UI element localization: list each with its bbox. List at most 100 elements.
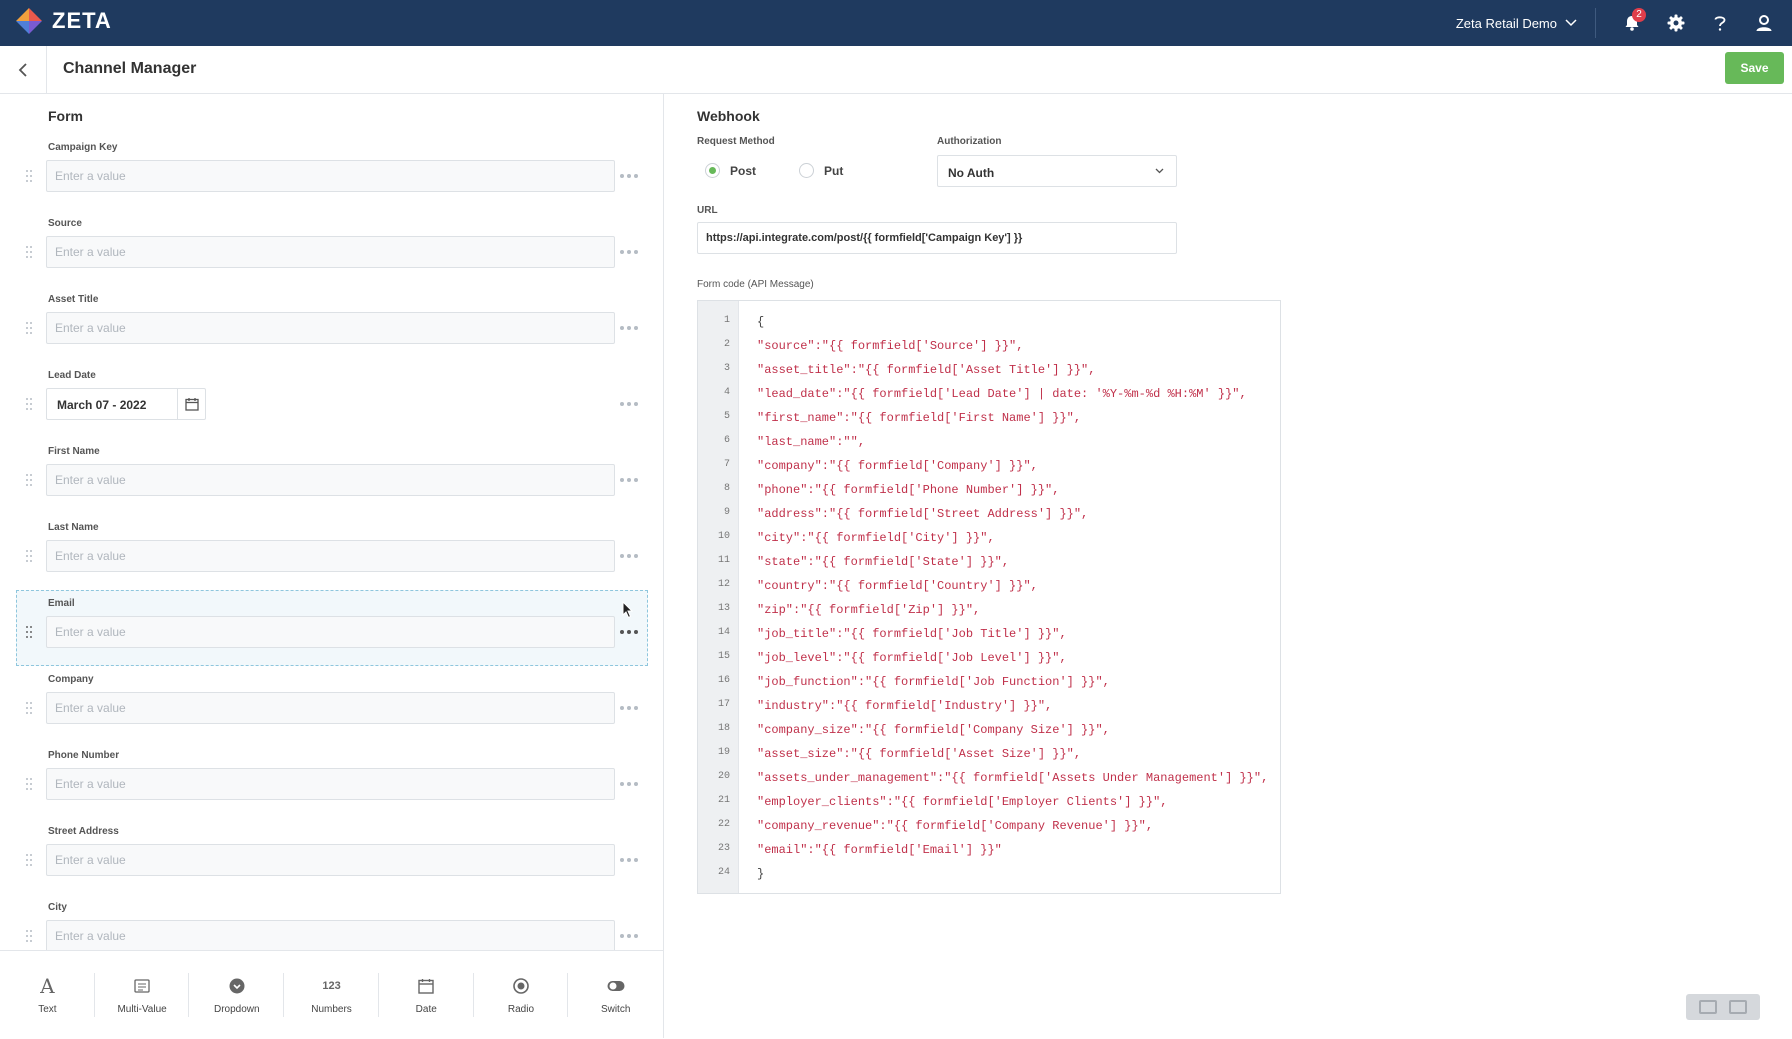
tool-dropdown[interactable]: Dropdown	[189, 951, 284, 1039]
form-field-campaign-key[interactable]: Campaign Key	[16, 134, 648, 210]
email-input[interactable]	[46, 616, 615, 648]
save-button[interactable]: Save	[1725, 52, 1784, 84]
more-options-icon[interactable]	[620, 700, 640, 716]
code-text: "state":"{{ formfield['State'] }}",	[757, 555, 1010, 569]
code-text: "industry":"{{ formfield['Industry'] }}"…	[757, 699, 1053, 713]
pause-icon[interactable]	[1699, 1000, 1717, 1014]
drag-handle-icon[interactable]	[26, 322, 34, 338]
asset-title-input[interactable]	[46, 312, 615, 344]
more-options-icon[interactable]	[620, 624, 640, 640]
more-options-icon[interactable]	[620, 320, 640, 336]
code-text: "first_name":"{{ formfield['First Name']…	[757, 411, 1082, 425]
account-switcher[interactable]: Zeta Retail Demo	[1456, 16, 1577, 31]
street-address-input[interactable]	[46, 844, 615, 876]
form-field-company[interactable]: Company	[16, 666, 648, 742]
line-number: 4	[723, 387, 730, 398]
code-editor[interactable]: 1{2 "source":"{{ formfield['Source'] }}",…	[697, 300, 1281, 894]
line-number: 19	[717, 747, 730, 758]
user-profile-button[interactable]	[1742, 0, 1786, 46]
radio-selected-icon	[705, 163, 720, 178]
authorization-label: Authorization	[937, 136, 1002, 147]
more-options-icon[interactable]	[620, 852, 640, 868]
drag-handle-icon[interactable]	[26, 702, 34, 718]
brand-name: ZETA	[52, 8, 112, 33]
line-number: 24	[717, 867, 730, 878]
form-builder-panel: Form Campaign Key Source Asset Title Lea…	[0, 94, 664, 950]
phone-number-input[interactable]	[46, 768, 615, 800]
line-number: 22	[717, 819, 730, 830]
drag-handle-icon[interactable]	[26, 626, 34, 642]
tool-switch[interactable]: Switch	[568, 951, 663, 1039]
form-field-email[interactable]: Email	[16, 590, 648, 666]
drag-handle-icon[interactable]	[26, 170, 34, 186]
help-button[interactable]	[1698, 0, 1742, 46]
line-number: 16	[717, 675, 730, 686]
more-options-icon[interactable]	[620, 244, 640, 260]
calendar-icon	[418, 976, 434, 996]
form-field-first-name[interactable]: First Name	[16, 438, 648, 514]
line-number: 13	[717, 603, 730, 614]
code-line: 6 "last_name":"",	[698, 433, 1280, 457]
drag-handle-icon[interactable]	[26, 246, 34, 262]
zeta-logo-icon	[16, 8, 42, 34]
code-text: "city":"{{ formfield['City'] }}",	[757, 531, 995, 545]
authorization-select[interactable]: No Auth	[937, 155, 1177, 187]
more-options-icon[interactable]	[620, 928, 640, 944]
more-options-icon[interactable]	[620, 548, 640, 564]
code-line: 5 "first_name":"{{ formfield['First Name'…	[698, 409, 1280, 433]
tool-multi-value[interactable]: Multi-Value	[95, 951, 190, 1039]
source-input[interactable]	[46, 236, 615, 268]
lead-date-picker[interactable]: March 07 - 2022	[46, 388, 206, 420]
drag-handle-icon[interactable]	[26, 854, 34, 870]
form-field-phone-number[interactable]: Phone Number	[16, 742, 648, 818]
line-number: 1	[723, 315, 730, 326]
more-options-icon[interactable]	[620, 168, 640, 184]
settings-button[interactable]	[1654, 0, 1698, 46]
code-line: 12 "country":"{{ formfield['Country'] }}"…	[698, 577, 1280, 601]
first-name-input[interactable]	[46, 464, 615, 496]
more-options-icon[interactable]	[620, 396, 640, 412]
back-button[interactable]	[0, 46, 47, 93]
last-name-input[interactable]	[46, 540, 615, 572]
company-input[interactable]	[46, 692, 615, 724]
code-text: "company_revenue":"{{ formfield['Company…	[757, 819, 1154, 833]
tool-date[interactable]: Date	[379, 951, 474, 1039]
form-field-source[interactable]: Source	[16, 210, 648, 286]
method-post-radio[interactable]: Post	[705, 163, 756, 178]
form-field-street-address[interactable]: Street Address	[16, 818, 648, 894]
line-number: 3	[723, 363, 730, 374]
tool-numbers[interactable]: 123 Numbers	[284, 951, 379, 1039]
drag-handle-icon[interactable]	[26, 474, 34, 490]
recording-controls[interactable]	[1686, 994, 1760, 1020]
code-text: "employer_clients":"{{ formfield['Employ…	[757, 795, 1168, 809]
drag-handle-icon[interactable]	[26, 930, 34, 946]
drag-handle-icon[interactable]	[26, 550, 34, 566]
code-line: 10 "city":"{{ formfield['City'] }}",	[698, 529, 1280, 553]
campaign-key-input[interactable]	[46, 160, 615, 192]
code-line: 13 "zip":"{{ formfield['Zip'] }}",	[698, 601, 1280, 625]
tool-radio[interactable]: Radio	[474, 951, 569, 1039]
numbers-icon: 123	[322, 979, 341, 992]
more-options-icon[interactable]	[620, 472, 640, 488]
drag-handle-icon[interactable]	[26, 778, 34, 794]
stop-icon[interactable]	[1729, 1000, 1747, 1014]
calendar-button[interactable]	[177, 389, 205, 419]
form-field-lead-date[interactable]: Lead Date March 07 - 2022	[16, 362, 648, 438]
method-put-radio[interactable]: Put	[799, 163, 843, 178]
more-options-icon[interactable]	[620, 776, 640, 792]
brand-logo[interactable]: ZETA	[14, 6, 112, 36]
city-input[interactable]	[46, 920, 615, 950]
form-field-city[interactable]: City	[16, 894, 648, 950]
notifications-button[interactable]: 2	[1610, 0, 1654, 46]
code-line: 1{	[698, 313, 1280, 337]
drag-handle-icon[interactable]	[26, 398, 34, 414]
form-field-last-name[interactable]: Last Name	[16, 514, 648, 590]
code-line: 22 "company_revenue":"{{ formfield['Compa…	[698, 817, 1280, 841]
radio-icon	[513, 976, 529, 996]
tool-text[interactable]: A Text	[0, 951, 95, 1039]
form-field-asset-title[interactable]: Asset Title	[16, 286, 648, 362]
code-text: "asset_size":"{{ formfield['Asset Size']…	[757, 747, 1082, 761]
url-input[interactable]	[697, 222, 1177, 254]
code-line: 23 "email":"{{ formfield['Email'] }}"	[698, 841, 1280, 865]
code-text: "job_level":"{{ formfield['Job Level'] }…	[757, 651, 1067, 665]
